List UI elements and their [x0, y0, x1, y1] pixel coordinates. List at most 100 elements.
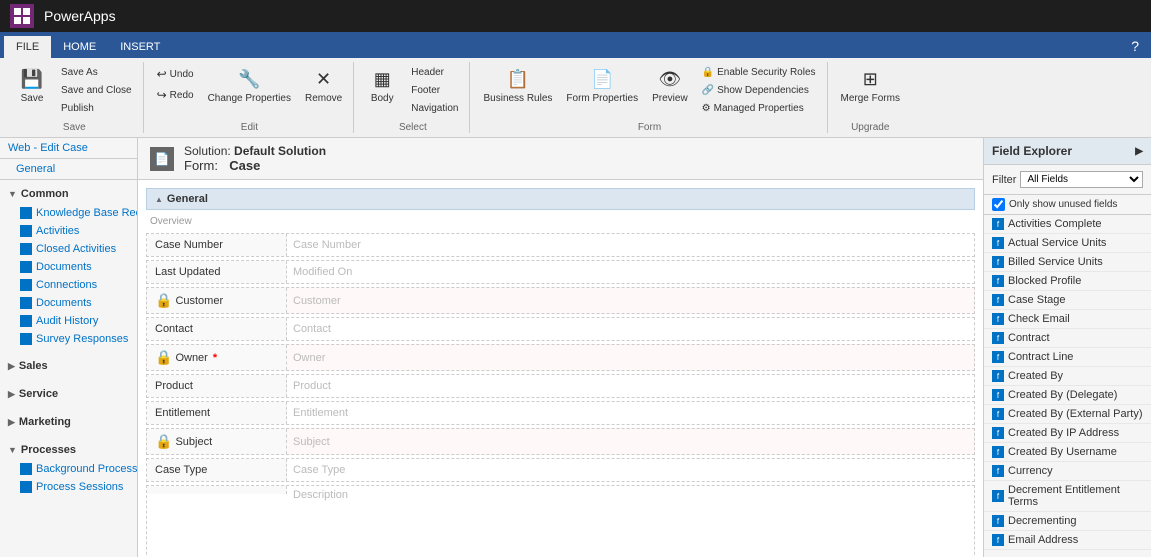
sidebar-section-header-marketing[interactable]: ▶ Marketing: [0, 412, 137, 432]
body-button[interactable]: ▦ Body: [362, 62, 402, 107]
contact-field[interactable]: Contact: [287, 318, 974, 340]
sidebar-section-marketing: ▶ Marketing: [0, 408, 137, 436]
sidebar-item-background-processes[interactable]: Background Processes: [0, 460, 137, 478]
sidebar-item-knowledge-base[interactable]: Knowledge Base Reco...: [0, 204, 137, 222]
field-item[interactable]: fCreated By IP Address: [984, 424, 1151, 443]
sidebar-section-header-common[interactable]: ▼ Common: [0, 184, 137, 204]
save-small-group: Save As Save and Close Publish: [56, 62, 137, 117]
save-icon: 💾: [18, 65, 46, 93]
sidebar-item-audit-history[interactable]: Audit History: [0, 312, 137, 330]
sidebar-section-sales: ▶ Sales: [0, 352, 137, 380]
header-button[interactable]: Header: [406, 64, 463, 81]
sidebar-item-activities[interactable]: Activities: [0, 222, 137, 240]
field-item[interactable]: fCurrency: [984, 462, 1151, 481]
customer-field[interactable]: Customer: [287, 288, 974, 313]
field-item[interactable]: fDecrementing: [984, 512, 1151, 531]
field-explorer-expand-icon[interactable]: ▶: [1135, 146, 1143, 157]
managed-properties-button[interactable]: ⚙ Managed Properties: [697, 100, 821, 117]
description-field[interactable]: Description: [287, 486, 974, 557]
show-unused-checkbox[interactable]: [992, 198, 1005, 211]
subject-required-icon: 🔒: [155, 433, 172, 450]
sidebar-item-closed-activities[interactable]: Closed Activities: [0, 240, 137, 258]
enable-security-roles-button[interactable]: 🔒 Enable Security Roles: [697, 64, 821, 81]
field-item[interactable]: fCase Stage: [984, 291, 1151, 310]
customer-label: 🔒 Customer: [147, 288, 287, 313]
save-and-close-button[interactable]: Save and Close: [56, 82, 137, 99]
field-item[interactable]: fCreated By (External Party): [984, 405, 1151, 424]
field-item[interactable]: fBilled Service Units: [984, 253, 1151, 272]
merge-forms-button[interactable]: ⊞ Merge Forms: [836, 62, 905, 107]
sidebar-item-documents[interactable]: Documents: [0, 258, 137, 276]
business-rules-button[interactable]: 📋 Business Rules: [478, 62, 557, 107]
background-processes-icon: [20, 463, 32, 475]
app-logo: [10, 4, 34, 28]
closed-activities-icon: [20, 243, 32, 255]
tab-insert[interactable]: INSERT: [108, 36, 172, 58]
field-item[interactable]: fCreated By: [984, 367, 1151, 386]
sidebar-item-survey-responses[interactable]: Survey Responses: [0, 330, 137, 348]
breadcrumb-web-edit-case[interactable]: Web - Edit Case: [8, 142, 88, 154]
publish-button[interactable]: Publish: [56, 100, 137, 117]
save-button[interactable]: 💾 Save: [12, 62, 52, 107]
field-item-icon: f: [992, 389, 1004, 401]
breadcrumb-general-link[interactable]: General: [16, 163, 55, 175]
owner-field[interactable]: Owner: [287, 345, 974, 370]
form-label: Form:: [184, 158, 218, 173]
field-item[interactable]: fContract Line: [984, 348, 1151, 367]
field-item[interactable]: fCreated By Username: [984, 443, 1151, 462]
ribbon-group-edit: ↩ Undo ↪ Redo 🔧 Change Properties ✕ Remo…: [146, 62, 355, 133]
sidebar-section-header-sales[interactable]: ▶ Sales: [0, 356, 137, 376]
entitlement-field[interactable]: Entitlement: [287, 402, 974, 424]
case-number-field[interactable]: Case Number: [287, 234, 974, 256]
preview-button[interactable]: 👁 Preview: [647, 62, 693, 107]
field-item-icon: f: [992, 332, 1004, 344]
last-updated-label: Last Updated: [147, 261, 287, 283]
entitlement-label: Entitlement: [147, 402, 287, 424]
field-item[interactable]: fContract: [984, 329, 1151, 348]
field-item-icon: f: [992, 313, 1004, 325]
edit-group-label: Edit: [152, 120, 348, 133]
sidebar-item-documents2[interactable]: Documents: [0, 294, 137, 312]
case-type-label: Case Type: [147, 459, 287, 481]
form-row-case-number: Case Number Case Number: [146, 233, 975, 257]
field-item-icon: f: [992, 370, 1004, 382]
sidebar-item-connections[interactable]: Connections: [0, 276, 137, 294]
sidebar-item-process-sessions[interactable]: Process Sessions: [0, 478, 137, 496]
form-properties-button[interactable]: 📄 Form Properties: [561, 62, 643, 107]
field-item[interactable]: fCreated By (Delegate): [984, 386, 1151, 405]
field-item[interactable]: fActivities Complete: [984, 215, 1151, 234]
change-properties-button[interactable]: 🔧 Change Properties: [203, 62, 296, 107]
upgrade-group-label: Upgrade: [836, 120, 905, 133]
field-item[interactable]: fDecrement Entitlement Terms: [984, 481, 1151, 512]
show-unused-label: Only show unused fields: [1009, 199, 1117, 210]
tab-home[interactable]: HOME: [51, 36, 108, 58]
field-item-icon: f: [992, 294, 1004, 306]
tab-file[interactable]: FILE: [4, 36, 51, 58]
sidebar-section-header-processes[interactable]: ▼ Processes: [0, 440, 137, 460]
remove-button[interactable]: ✕ Remove: [300, 62, 347, 107]
subject-field[interactable]: Subject: [287, 429, 974, 454]
footer-button[interactable]: Footer: [406, 82, 463, 99]
navigation-button[interactable]: Navigation: [406, 100, 463, 117]
field-item-icon: f: [992, 534, 1004, 546]
field-item-icon: f: [992, 408, 1004, 420]
redo-button[interactable]: ↪ Redo: [152, 85, 199, 105]
undo-button[interactable]: ↩ Undo: [152, 64, 199, 84]
filter-select[interactable]: All FieldsCustom FieldsSystem Fields: [1020, 171, 1143, 188]
show-dependencies-button[interactable]: 🔗 Show Dependencies: [697, 82, 821, 99]
sidebar-section-header-service[interactable]: ▶ Service: [0, 384, 137, 404]
security-group: 🔒 Enable Security Roles 🔗 Show Dependenc…: [697, 62, 821, 117]
header-footer-group: Header Footer Navigation: [406, 62, 463, 117]
case-type-field[interactable]: Case Type: [287, 459, 974, 481]
form-row-case-type: Case Type Case Type: [146, 458, 975, 482]
field-item[interactable]: fActual Service Units: [984, 234, 1151, 253]
form-row-owner: 🔒 Owner * Owner: [146, 344, 975, 371]
product-field[interactable]: Product: [287, 375, 974, 397]
field-item[interactable]: fBlocked Profile: [984, 272, 1151, 291]
help-button[interactable]: ?: [1123, 34, 1147, 58]
field-item[interactable]: fCheck Email: [984, 310, 1151, 329]
field-item[interactable]: fEmail Address: [984, 531, 1151, 550]
save-as-button[interactable]: Save As: [56, 64, 137, 81]
last-updated-field[interactable]: Modified On: [287, 261, 974, 283]
field-item-icon: f: [992, 237, 1004, 249]
